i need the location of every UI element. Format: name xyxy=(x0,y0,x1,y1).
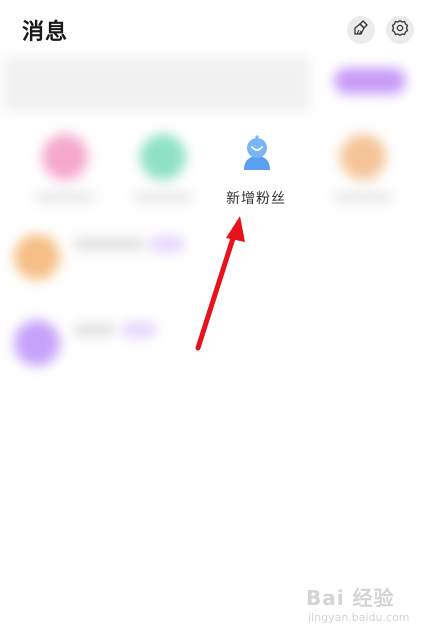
page-title: 消息 xyxy=(22,20,69,45)
list-item[interactable] xyxy=(0,220,426,300)
watermark-url: jingyan.baidu.com xyxy=(308,611,410,624)
watermark: Bai 经验 xyxy=(306,586,395,610)
entry-icon-4[interactable] xyxy=(340,134,386,180)
banner-action-button[interactable] xyxy=(334,68,406,94)
row-name xyxy=(74,238,144,250)
entry-icon-1[interactable] xyxy=(42,134,88,180)
entry-label-1 xyxy=(35,192,95,202)
avatar xyxy=(14,234,60,280)
avatar xyxy=(14,320,60,366)
top-bar: 消息 xyxy=(0,0,426,56)
gear-icon xyxy=(391,19,409,41)
notice-banner xyxy=(4,56,310,112)
entry-icon-2[interactable] xyxy=(140,134,186,180)
entry-label-2 xyxy=(133,192,193,202)
entry-label-4 xyxy=(333,192,393,202)
settings-button[interactable] xyxy=(386,16,414,44)
list-item[interactable] xyxy=(0,306,426,386)
new-fans-entry[interactable]: 新增粉丝 xyxy=(206,128,306,212)
messages-page: 消息 新增粉丝 Bai 经验 jingyan.baidu.com xyxy=(0,0,426,635)
clear-button[interactable] xyxy=(347,16,375,44)
row-tag xyxy=(122,322,156,338)
new-fans-label: 新增粉丝 xyxy=(226,191,286,207)
fans-icon xyxy=(240,134,274,172)
row-name xyxy=(74,324,114,336)
row-tag xyxy=(150,236,184,252)
broom-icon xyxy=(353,20,369,40)
